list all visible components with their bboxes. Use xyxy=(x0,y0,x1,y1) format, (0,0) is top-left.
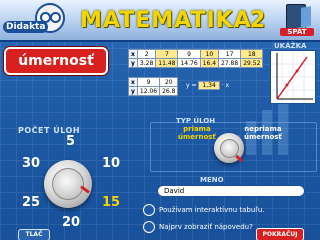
count-dial-knob[interactable] xyxy=(44,160,92,208)
table-cell: 29.52 xyxy=(240,58,264,68)
table-cell: 14.76 xyxy=(177,58,201,68)
table-cell: 12.06 xyxy=(136,86,161,96)
table-header-y: y xyxy=(128,58,138,68)
table-cell: 11.48 xyxy=(155,58,179,68)
table-row: y 12.06 26.8 xyxy=(128,86,179,96)
graph-preview xyxy=(270,50,316,104)
example-formula: y = 1,34 · x xyxy=(186,81,229,90)
app-window: Didakta MATEMATIKA 2 SPÄŤ úmernosť x 2 7… xyxy=(0,0,320,240)
table-header-y: y xyxy=(128,86,138,96)
type-option-inverse[interactable]: nepriama úmernosť xyxy=(244,125,282,141)
table-cell: 9 xyxy=(136,77,161,87)
table-header-x: x xyxy=(128,77,138,87)
table-row: x 2 7 9 10 17 18 xyxy=(128,49,264,59)
table-cell: 2 xyxy=(136,49,157,59)
example-table-1: x 2 7 9 10 17 18 y 3.28 11.48 14.76 16.4… xyxy=(128,49,264,68)
graph-point xyxy=(285,83,289,87)
count-option-15[interactable]: 15 xyxy=(102,195,120,210)
type-left-line2: úmernosť xyxy=(178,133,216,141)
header-bar: Didakta MATEMATIKA 2 SPÄŤ xyxy=(0,0,320,42)
table-row: y 3.28 11.48 14.76 16.4 27.88 29.52 xyxy=(128,58,264,68)
formula-prefix: y = xyxy=(186,82,197,89)
name-label: MENO xyxy=(200,176,224,184)
app-title: MATEMATIKA xyxy=(80,8,252,33)
table-cell: 26.8 xyxy=(159,86,179,96)
radio-icon[interactable] xyxy=(143,204,155,216)
type-label: TYP ÚLOH xyxy=(176,117,216,125)
option-hint[interactable]: Najprv zobraziť nápovedu? xyxy=(143,221,253,233)
graph-label: UKÁŽKA xyxy=(274,42,307,50)
topic-button[interactable]: úmernosť xyxy=(4,47,108,75)
didakta-logo: Didakta xyxy=(3,3,65,33)
type-right-line2: úmernosť xyxy=(244,133,282,141)
count-option-25[interactable]: 25 xyxy=(22,195,40,210)
table-cell: 16.4 xyxy=(199,58,220,68)
type-right-line1: nepriama xyxy=(244,125,282,133)
count-option-10[interactable]: 10 xyxy=(102,156,120,171)
radio-icon[interactable] xyxy=(143,221,155,233)
formula-suffix: · x xyxy=(221,82,230,89)
table-cell: 9 xyxy=(177,49,201,59)
option-hint-label: Najprv zobraziť nápovedu? xyxy=(159,223,253,231)
table-cell: 7 xyxy=(155,49,179,59)
table-cell: 20 xyxy=(159,77,179,87)
type-dial-knob[interactable] xyxy=(214,133,244,163)
table-header-x: x xyxy=(128,49,138,59)
back-button-label: SPÄŤ xyxy=(280,28,314,36)
example-table-2: x 9 20 y 12.06 26.8 xyxy=(128,77,179,96)
table-cell: 3.28 xyxy=(136,58,157,68)
type-option-direct[interactable]: priama úmernosť xyxy=(178,125,216,141)
formula-coefficient: 1,34 xyxy=(198,81,220,90)
option-whiteboard-label: Používam interaktívnu tabuľu. xyxy=(159,206,265,214)
table-cell: 10 xyxy=(199,49,220,59)
name-input[interactable] xyxy=(157,185,305,197)
logo-text: Didakta xyxy=(3,21,49,33)
continue-button[interactable]: POKRAČUJ xyxy=(256,228,304,240)
option-whiteboard[interactable]: Používam interaktívnu tabuľu. xyxy=(143,204,265,216)
example-panel: x 2 7 9 10 17 18 y 3.28 11.48 14.76 16.4… xyxy=(128,49,264,101)
table-cell: 27.88 xyxy=(218,58,242,68)
table-cell: 17 xyxy=(218,49,242,59)
count-option-20[interactable]: 20 xyxy=(62,215,80,230)
door-icon xyxy=(286,4,311,30)
count-option-30[interactable]: 30 xyxy=(22,156,40,171)
type-left-line1: priama xyxy=(183,125,211,133)
graph-line xyxy=(276,56,308,100)
graph-plot xyxy=(271,51,315,103)
back-button[interactable]: SPÄŤ xyxy=(280,4,314,38)
graph-point xyxy=(295,69,299,73)
table-row: x 9 20 xyxy=(128,77,179,87)
app-title-number: 2 xyxy=(250,8,266,33)
table-cell: 18 xyxy=(240,49,264,59)
count-option-5[interactable]: 5 xyxy=(66,134,75,149)
print-button[interactable]: TLAČ xyxy=(18,229,50,240)
